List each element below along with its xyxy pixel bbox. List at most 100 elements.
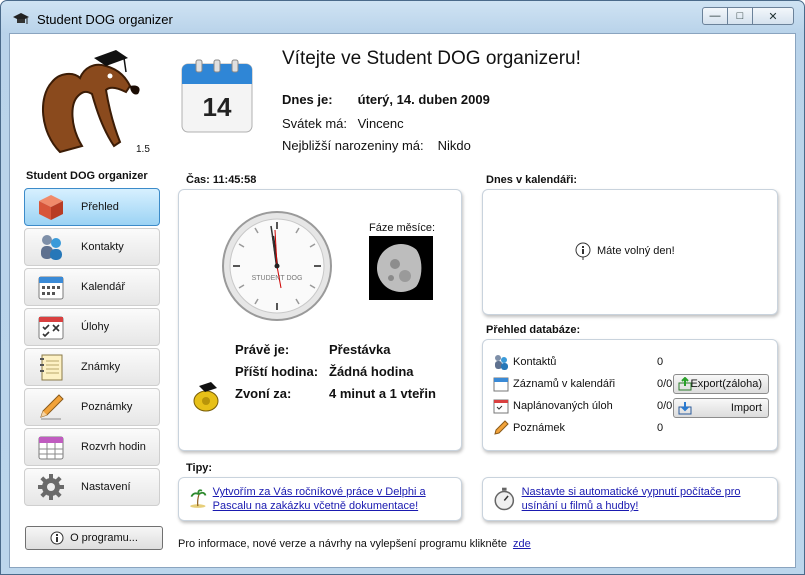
moon-phase-label: Fáze měsíce: (369, 222, 436, 234)
today-label: Dnes je: (282, 92, 333, 107)
db-row-label: Naplánovaných úloh (513, 400, 613, 412)
tip-delphi-link[interactable]: Vytvořím za Vás ročníkové práce v Delphi… (213, 485, 461, 513)
graduation-cap-icon (13, 13, 29, 24)
gear-icon (35, 471, 67, 503)
sidebar-item-rozvrh[interactable]: Rozvrh hodin (24, 428, 160, 466)
free-day-message: Máte volný den! (575, 242, 675, 260)
current-value: Přestávka (329, 342, 391, 357)
nameday-label: Svátek má: (282, 116, 348, 131)
tip-shutdown-link[interactable]: Nastavte si automatické vypnutí počítače… (522, 485, 777, 513)
calendar-icon (35, 271, 67, 303)
about-button[interactable]: O programu... (25, 526, 163, 550)
dog-logo (42, 50, 140, 154)
footer-link[interactable]: zde (513, 538, 531, 550)
notebook-icon (35, 351, 67, 383)
sidebar-item-ulohy[interactable]: Úlohy (24, 308, 160, 346)
version-label: 1.5 (136, 144, 150, 155)
nameday-row: Svátek má: Vincenc (282, 116, 404, 131)
sidebar-item-label: Rozvrh hodin (81, 441, 146, 453)
minimize-button[interactable]: — (702, 7, 728, 25)
db-row-contacts: Kontaktů 0 (493, 354, 673, 370)
birthday-label: Nejbližší narozeniny má: (282, 138, 424, 153)
tasks-icon (35, 311, 67, 343)
db-row-value: 0 (657, 422, 664, 434)
footer-text: Pro informace, nové verze a návrhy na vy… (178, 538, 507, 550)
app-window: Student DOG organizer — □ ✕ 1.5 Student … (0, 0, 805, 575)
tasks-icon (493, 399, 509, 414)
sidebar-item-nastaveni[interactable]: Nastavení (24, 468, 160, 506)
maximize-button[interactable]: □ (727, 7, 753, 25)
info-icon (575, 242, 591, 260)
box-icon (35, 191, 67, 223)
info-icon (50, 531, 64, 545)
sidebar-item-label: Přehled (81, 201, 119, 213)
db-row-label: Kontaktů (513, 356, 557, 368)
close-button[interactable]: ✕ (752, 7, 794, 25)
today-value: úterý, 14. duben 2009 (357, 92, 490, 107)
about-label: O programu... (70, 532, 138, 544)
sidebar-item-label: Úlohy (81, 321, 110, 333)
welcome-heading: Vítejte ve Student DOG organizeru! (282, 48, 581, 69)
clock-panel: STUDENT DOG Fáze měsíce: Právě je: Přest… (178, 189, 462, 451)
people-icon (495, 355, 508, 370)
nameday-value: Vincenc (357, 116, 404, 131)
time-title: Čas: 11:45:58 (186, 174, 257, 186)
tip-shutdown: Nastavte si automatické vypnutí počítače… (482, 477, 778, 521)
birthday-value: Nikdo (437, 138, 471, 153)
sidebar-item-poznamky[interactable]: Poznámky (24, 388, 160, 426)
import-button[interactable]: Import (673, 398, 769, 418)
pencil-icon (494, 420, 509, 435)
palm-tree-icon (190, 489, 207, 508)
calendar-today-title: Dnes v kalendáři: (486, 174, 578, 186)
people-icon (35, 231, 67, 263)
db-row-label: Poznámek (513, 422, 565, 434)
sidebar-item-prehled[interactable]: Přehled (24, 188, 160, 226)
birthday-row: Nejbližší narozeniny má: Nikdo (282, 138, 471, 153)
bell-value: 4 minut a 1 vteřin (329, 386, 436, 401)
export-icon (678, 377, 692, 391)
title-bar[interactable]: Student DOG organizer — □ ✕ (1, 1, 804, 33)
db-row-calendar: Záznamů v kalendáři 0/0 (493, 376, 673, 392)
sidebar-item-kalendar[interactable]: Kalendář (24, 268, 160, 306)
free-day-text: Máte volný den! (597, 245, 675, 257)
export-button[interactable]: Export(záloha) (673, 374, 769, 394)
sidebar-nav: Přehled Kontakty Kalendář Úlohy Známky P… (24, 188, 160, 508)
db-row-value: 0/0 (657, 378, 673, 390)
current-label: Právě je: (235, 342, 290, 357)
db-row-tasks: Naplánovaných úloh 0/0 (493, 398, 673, 414)
import-label: Import (730, 402, 762, 414)
footer: Pro informace, nové verze a návrhy na vy… (178, 538, 531, 550)
bell-icon (193, 382, 219, 412)
sidebar-item-label: Poznámky (81, 401, 133, 413)
bell-label: Zvoní za: (235, 386, 292, 401)
today-row: Dnes je: úterý, 14. duben 2009 (282, 92, 490, 107)
sidebar-item-label: Kalendář (81, 281, 126, 293)
calendar-icon (493, 377, 509, 392)
moon-phase-image (369, 236, 433, 300)
clock-brand: STUDENT DOG (252, 275, 303, 282)
tips-title: Tipy: (186, 462, 213, 474)
tip-delphi: Vytvořím za Vás ročníkové práce v Delphi… (178, 477, 462, 521)
client-area: 1.5 Student DOG organizer Přehled Kontak… (9, 33, 796, 568)
export-label: Export(záloha) (690, 378, 762, 390)
stopwatch-icon (494, 487, 515, 511)
import-icon (678, 402, 692, 415)
window-title: Student DOG organizer (37, 12, 173, 27)
sidebar-item-kontakty[interactable]: Kontakty (24, 228, 160, 266)
analog-clock: STUDENT DOG (222, 211, 332, 321)
sidebar-item-label: Známky (81, 361, 121, 373)
db-title: Přehled databáze: (486, 324, 581, 336)
db-row-value: 0 (657, 356, 664, 368)
next-label: Příští hodina: (235, 364, 319, 379)
calendar-day-number: 14 (202, 92, 232, 122)
sidebar-item-znamky[interactable]: Známky (24, 348, 160, 386)
sidebar-item-label: Kontakty (81, 241, 124, 253)
next-value: Žádná hodina (329, 364, 414, 379)
db-panel: Kontaktů 0 Záznamů v kalendáři 0/0 Naplá… (482, 339, 778, 451)
pencil-icon (35, 391, 67, 423)
calendar-today-panel: Máte volný den! (482, 189, 778, 315)
db-row-value: 0/0 (657, 400, 673, 412)
schedule-icon (35, 431, 67, 463)
db-row-label: Záznamů v kalendáři (513, 378, 616, 390)
sidebar-item-label: Nastavení (81, 481, 131, 493)
